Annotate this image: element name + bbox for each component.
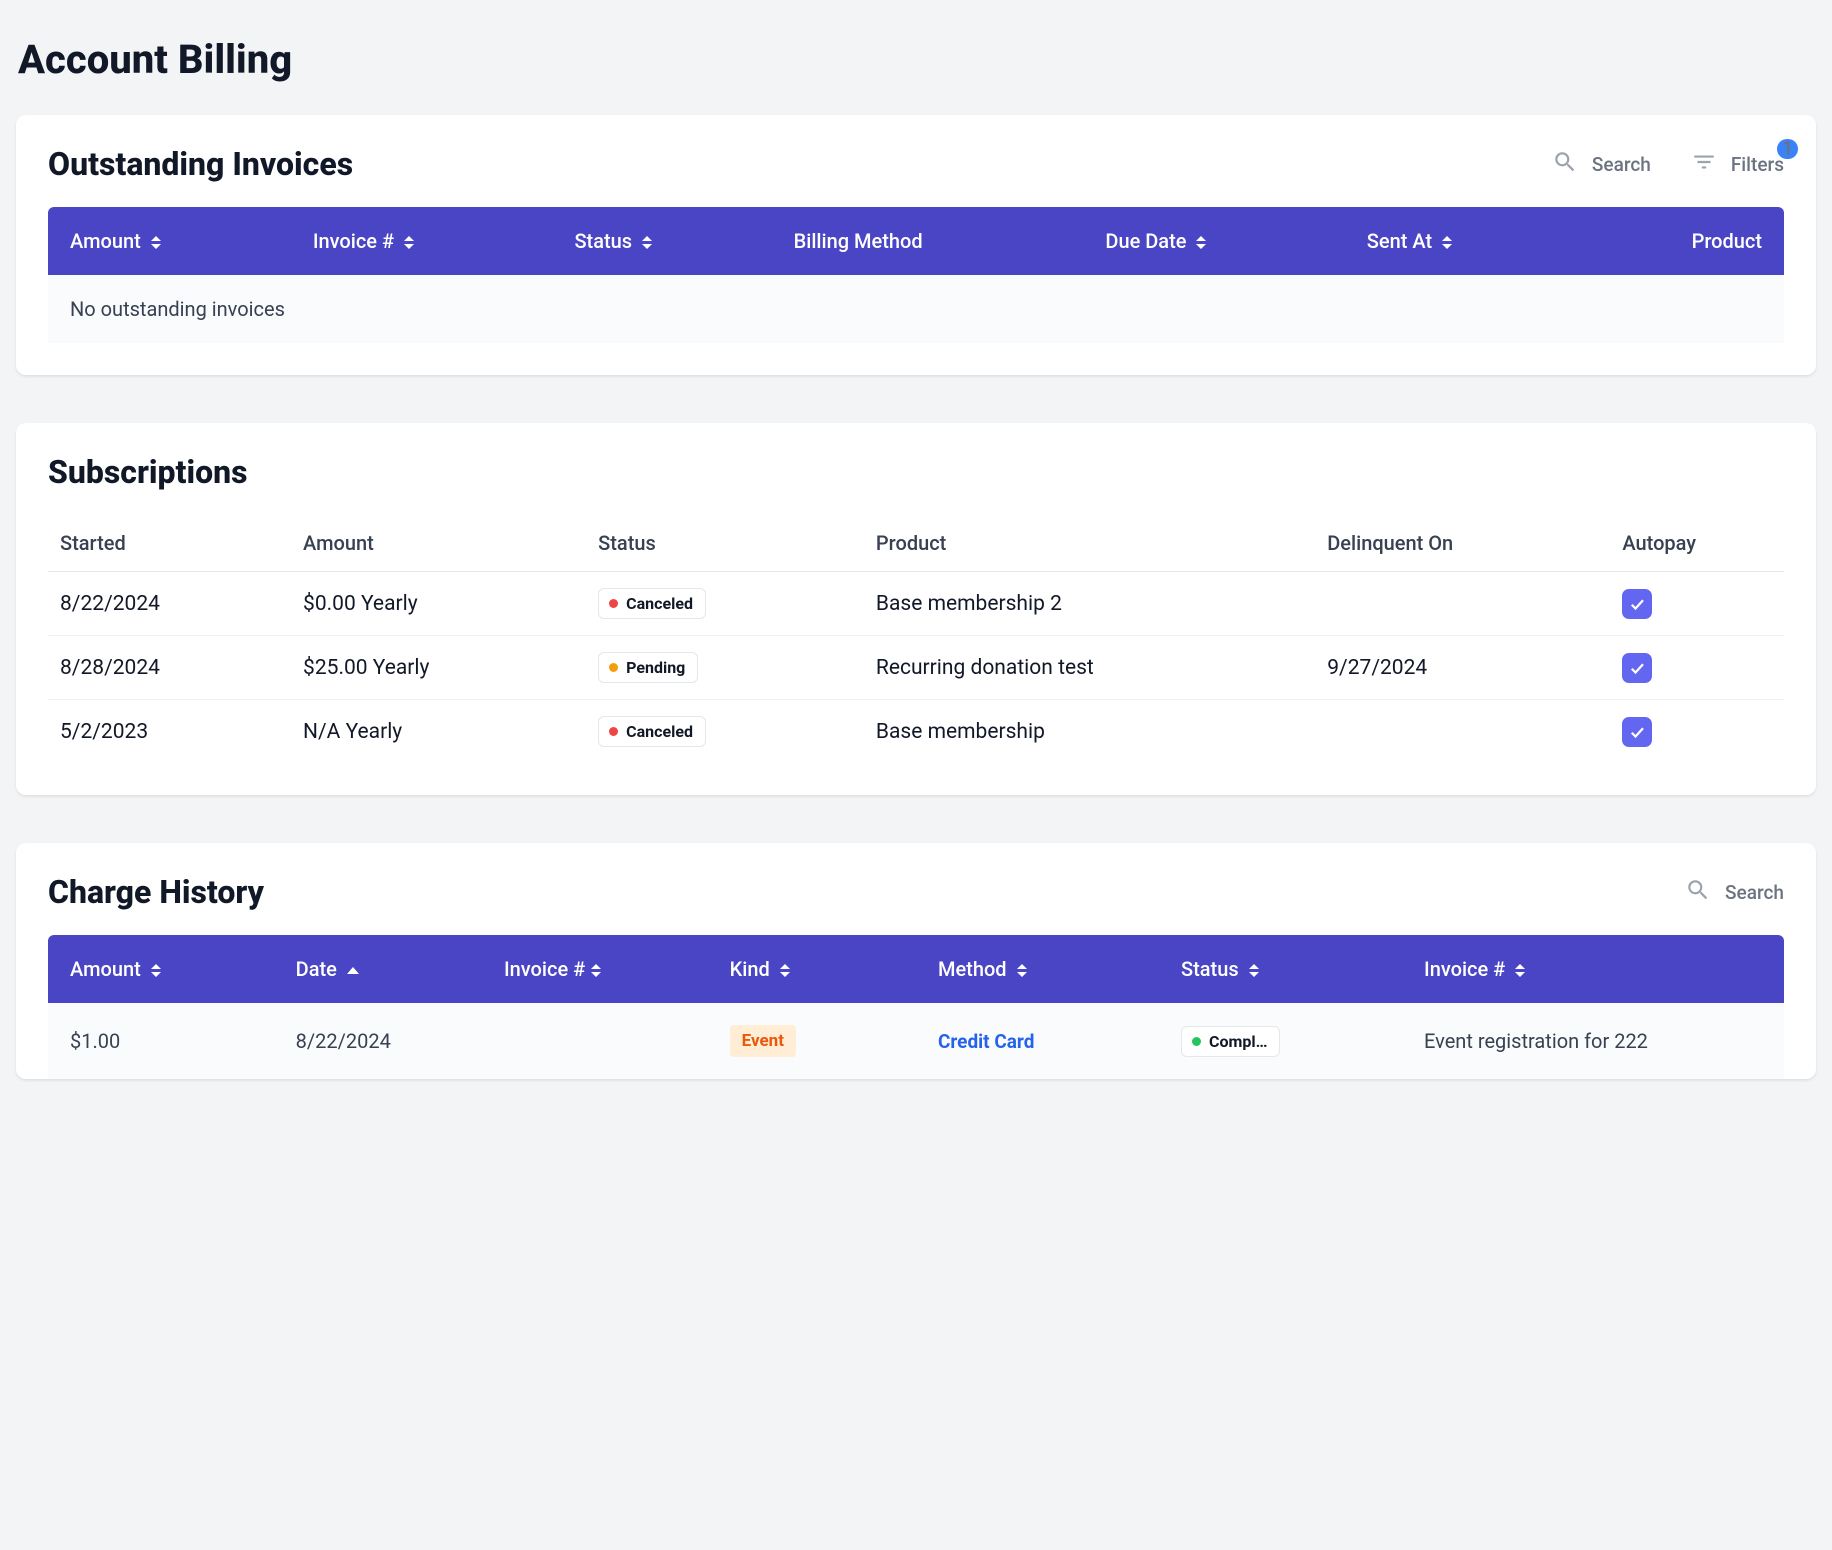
sort-icon [1249,964,1259,977]
charge-history-card: Charge History Search Amount Date Invoic… [16,843,1816,1079]
table-row[interactable]: 8/28/2024$25.00 Yearly Pending Recurring d… [48,636,1784,700]
col-sent-at[interactable]: Sent At [1345,207,1578,275]
cell-started: 8/28/2024 [48,636,291,700]
status-badge: Canceled [598,716,706,747]
sort-icon [1017,964,1027,977]
search-icon [1552,149,1578,180]
status-badge: Compl… [1181,1026,1280,1057]
col-product: Product [864,515,1315,572]
status-dot-icon [609,663,618,672]
cell-started: 8/22/2024 [48,572,291,636]
col-status[interactable]: Status [1159,935,1402,1003]
filter-icon [1691,149,1717,180]
cell-amount: $0.00 Yearly [291,572,586,636]
cell-status: Compl… [1159,1003,1402,1079]
col-autopay: Autopay [1610,515,1784,572]
cell-started: 5/2/2023 [48,700,291,764]
invoices-table: Amount Invoice # Status Billing Method D… [48,207,1784,343]
cell-description: Event registration for 222 [1402,1003,1784,1079]
cell-delinquent [1315,572,1610,636]
cell-status: Pending [586,636,864,700]
cell-invoice-num [482,1003,708,1079]
sort-icon [404,236,414,249]
col-delinquent: Delinquent On [1315,515,1610,572]
table-row[interactable]: $1.008/22/2024 Event Credit Card Compl… Even… [48,1003,1784,1079]
col-amount: Amount [291,515,586,572]
charges-search-label: Search [1725,881,1784,904]
cell-date: 8/22/2024 [274,1003,482,1079]
kind-badge: Event [730,1025,796,1057]
cell-product: Recurring donation test [864,636,1315,700]
page-title: Account Billing [18,36,1816,83]
invoices-search-button[interactable]: Search [1552,149,1651,180]
cell-delinquent: 9/27/2024 [1315,636,1610,700]
sort-icon [151,964,161,977]
col-method[interactable]: Method [916,935,1159,1003]
cell-delinquent [1315,700,1610,764]
filters-count-badge: 1 [1777,139,1798,159]
cell-product: Base membership [864,700,1315,764]
sort-asc-icon [347,967,359,974]
cell-status: Canceled [586,700,864,764]
cell-amount: N/A Yearly [291,700,586,764]
col-status[interactable]: Status [552,207,771,275]
col-status: Status [586,515,864,572]
col-invoice-num-2[interactable]: Invoice # [1402,935,1784,1003]
invoices-search-label: Search [1592,153,1651,176]
status-dot-icon [609,599,618,608]
autopay-checkbox[interactable] [1622,653,1652,683]
col-date[interactable]: Date [274,935,482,1003]
col-due-date[interactable]: Due Date [1083,207,1344,275]
col-billing-method[interactable]: Billing Method [772,207,1084,275]
col-kind[interactable]: Kind [708,935,916,1003]
autopay-checkbox[interactable] [1622,717,1652,747]
sort-icon [591,964,601,977]
cell-kind: Event [708,1003,916,1079]
col-started: Started [48,515,291,572]
cell-method: Credit Card [916,1003,1159,1079]
sort-icon [780,964,790,977]
cell-autopay [1610,572,1784,636]
cell-autopay [1610,700,1784,764]
search-icon [1685,877,1711,908]
cell-amount: $1.00 [48,1003,274,1079]
status-dot-icon [609,727,618,736]
subscriptions-title: Subscriptions [48,453,248,491]
table-row[interactable]: 8/22/2024$0.00 Yearly Canceled Base member… [48,572,1784,636]
invoices-filters-label: Filters [1731,153,1784,176]
col-amount[interactable]: Amount [48,935,274,1003]
col-amount[interactable]: Amount [48,207,291,275]
sort-icon [1196,236,1206,249]
subscriptions-table: Started Amount Status Product Delinquent… [48,515,1784,763]
status-badge: Canceled [598,588,706,619]
charges-table: Amount Date Invoice # Kind Method Status… [48,935,1784,1079]
cell-amount: $25.00 Yearly [291,636,586,700]
cell-autopay [1610,636,1784,700]
charge-history-title: Charge History [48,873,264,911]
method-link[interactable]: Credit Card [938,1030,1034,1053]
col-invoice-num[interactable]: Invoice # [482,935,708,1003]
col-product[interactable]: Product [1578,207,1784,275]
status-badge: Pending [598,652,698,683]
table-row[interactable]: 5/2/2023N/A Yearly Canceled Base membershi… [48,700,1784,764]
cell-product: Base membership 2 [864,572,1315,636]
sort-icon [642,236,652,249]
col-invoice-num[interactable]: Invoice # [291,207,553,275]
sort-icon [1515,964,1525,977]
outstanding-invoices-card: Outstanding Invoices Search Filters 1 Am… [16,115,1816,375]
sort-icon [151,236,161,249]
invoices-empty: No outstanding invoices [48,275,1784,343]
outstanding-invoices-title: Outstanding Invoices [48,145,353,183]
status-dot-icon [1192,1037,1201,1046]
cell-status: Canceled [586,572,864,636]
sort-icon [1442,236,1452,249]
charges-search-button[interactable]: Search [1685,877,1784,908]
autopay-checkbox[interactable] [1622,589,1652,619]
subscriptions-card: Subscriptions Started Amount Status Prod… [16,423,1816,795]
invoices-filters-button[interactable]: Filters 1 [1691,149,1784,180]
